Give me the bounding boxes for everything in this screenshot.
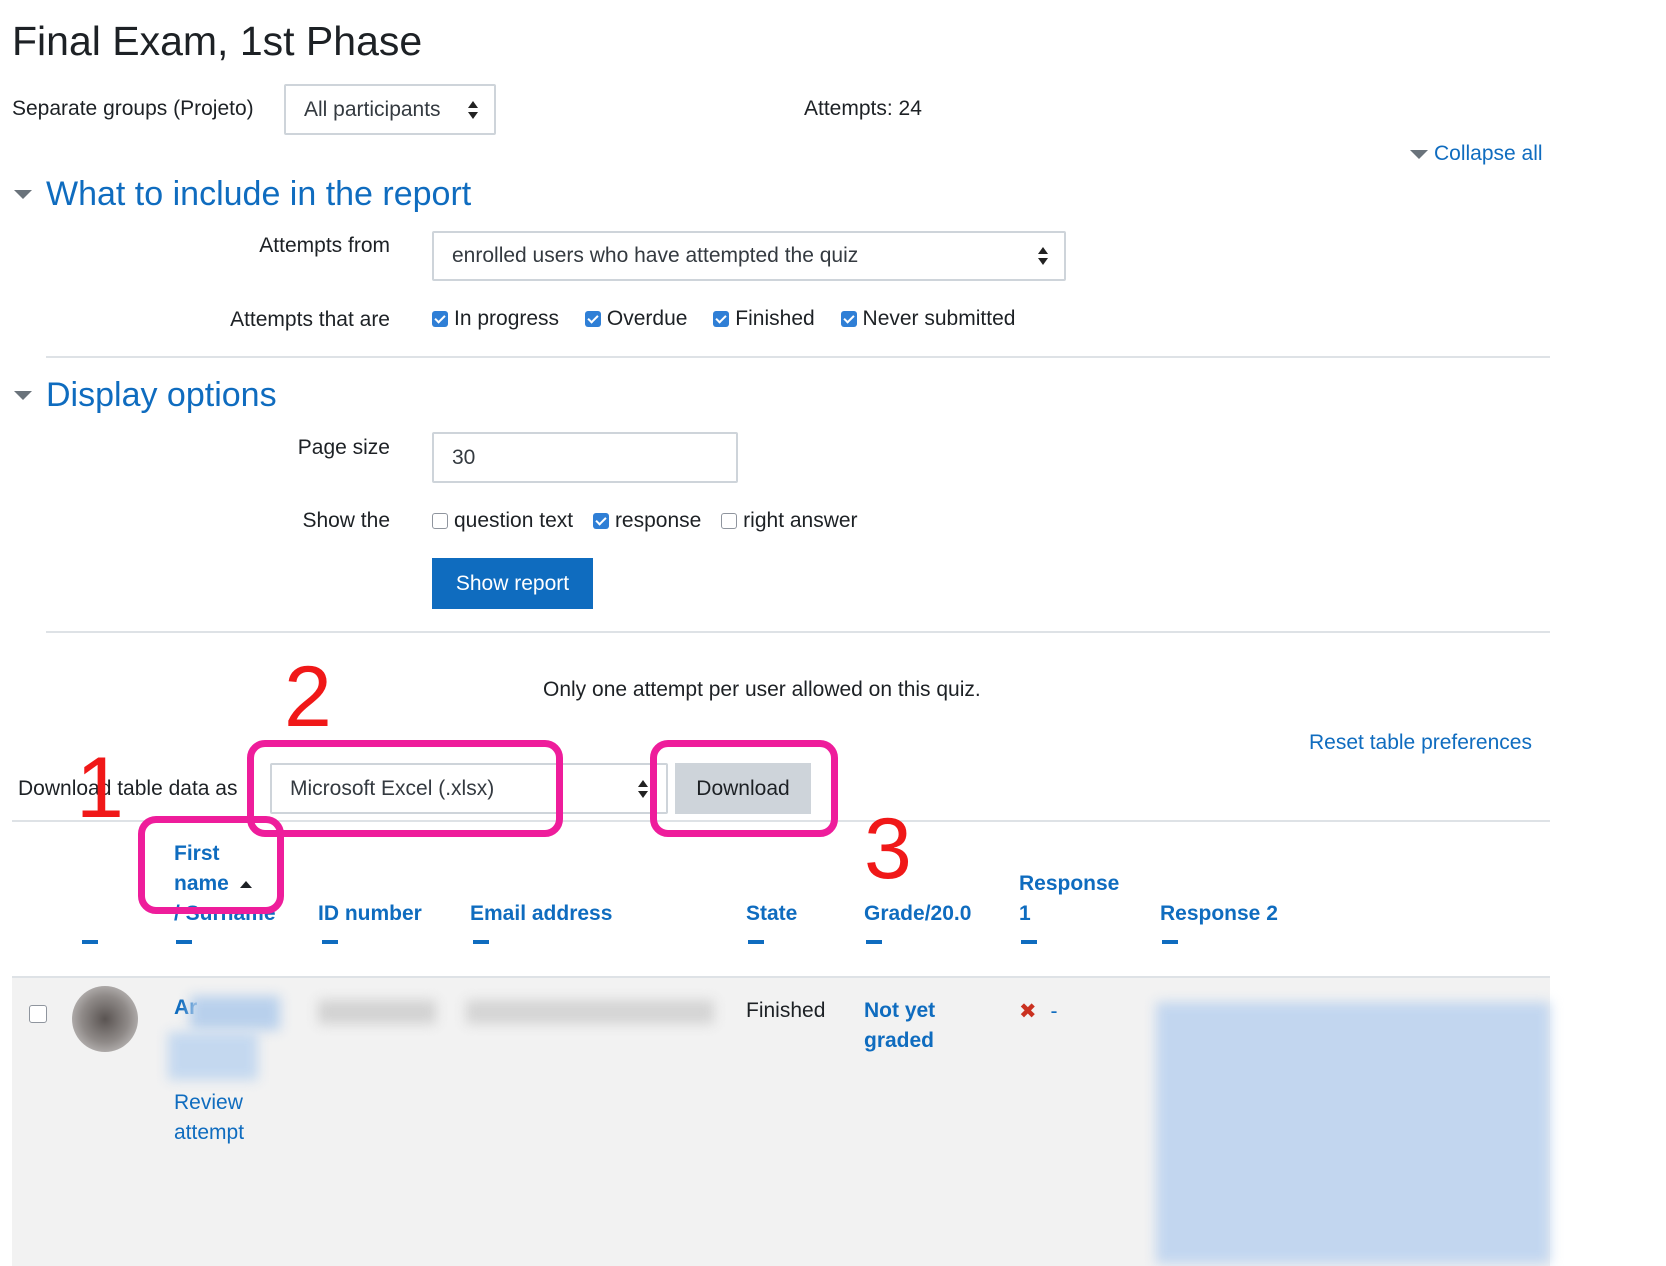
group-select[interactable]: All participants xyxy=(284,84,496,135)
report-section-toggle[interactable] xyxy=(14,190,32,199)
annotation-box-2 xyxy=(247,740,563,837)
collapse-all-label: Collapse all xyxy=(1434,142,1543,165)
show-right-answer[interactable]: right answer xyxy=(721,509,858,532)
expand-triangle-icon xyxy=(14,190,32,199)
column-email[interactable]: Email address xyxy=(470,899,612,929)
checkbox-checked-icon[interactable] xyxy=(592,513,609,529)
column-response-2[interactable]: Response 2 xyxy=(1160,899,1278,929)
hide-column-icon[interactable] xyxy=(82,940,98,944)
show-report-button[interactable]: Show report xyxy=(432,558,593,609)
hide-column-icon[interactable] xyxy=(866,940,882,944)
reset-table-preferences-link[interactable]: Reset table preferences xyxy=(1309,731,1532,755)
column-grade[interactable]: Grade/20.0 xyxy=(864,899,971,929)
review-attempt-link[interactable]: Review attempt xyxy=(174,1088,244,1148)
row-state: Finished xyxy=(746,999,826,1022)
select-caret-icon xyxy=(1038,247,1048,265)
checkbox-checked-icon[interactable] xyxy=(713,311,730,327)
attempt-notice: Only one attempt per user allowed on thi… xyxy=(543,678,981,701)
select-caret-icon xyxy=(468,100,478,119)
section-divider xyxy=(46,356,1550,358)
hide-column-icon[interactable] xyxy=(748,940,764,944)
annotation-box-3 xyxy=(650,740,838,837)
hide-column-icon[interactable] xyxy=(176,940,192,944)
attempts-summary: Attempts: 24 xyxy=(804,97,922,120)
collapse-triangle-icon xyxy=(1410,149,1428,159)
annotation-number-3: 3 xyxy=(864,801,912,897)
page-title: Final Exam, 1st Phase xyxy=(12,18,423,64)
state-overdue[interactable]: Overdue xyxy=(584,307,687,330)
attempt-state-checkboxes: In progress Overdue Finished Never submi… xyxy=(432,307,1035,331)
attempts-from-select[interactable]: enrolled users who have attempted the qu… xyxy=(432,231,1066,281)
grade-link[interactable]: Not yet graded xyxy=(864,996,935,1056)
blurred-name-part xyxy=(168,1032,258,1080)
row-select-checkbox[interactable] xyxy=(29,1005,47,1023)
hide-column-icon[interactable] xyxy=(473,940,489,944)
collapse-all-link[interactable]: Collapse all xyxy=(1410,142,1543,166)
checkbox-checked-icon[interactable] xyxy=(840,311,857,327)
incorrect-icon: ✖ xyxy=(1019,1000,1037,1023)
checkbox-unchecked-icon[interactable] xyxy=(721,513,738,529)
report-section-heading[interactable]: What to include in the report xyxy=(46,175,471,214)
column-id-number[interactable]: ID number xyxy=(318,899,422,929)
show-the-label: Show the xyxy=(302,509,390,532)
state-never-submitted[interactable]: Never submitted xyxy=(840,307,1015,330)
display-section-toggle[interactable] xyxy=(14,391,32,400)
show-question-text[interactable]: question text xyxy=(432,509,573,532)
user-avatar[interactable] xyxy=(72,986,138,1052)
attempts-from-value: enrolled users who have attempted the qu… xyxy=(452,244,859,267)
show-response[interactable]: response xyxy=(592,509,701,532)
checkbox-checked-icon[interactable] xyxy=(584,311,601,327)
attempts-from-label: Attempts from xyxy=(259,234,390,257)
state-finished[interactable]: Finished xyxy=(713,307,815,330)
show-options-checkboxes: question text response right answer xyxy=(432,509,878,533)
column-response-1[interactable]: Response 1 xyxy=(1019,869,1119,929)
page-size-value: 30 xyxy=(452,445,476,469)
download-label: Download table data as xyxy=(18,777,238,800)
section-divider xyxy=(46,631,1550,633)
blurred-id-number xyxy=(318,1000,436,1024)
response-1-value: - xyxy=(1050,1000,1058,1023)
expand-triangle-icon xyxy=(14,391,32,400)
state-in-progress[interactable]: In progress xyxy=(432,307,559,330)
annotation-number-1: 1 xyxy=(76,740,124,836)
group-select-value: All participants xyxy=(304,97,441,121)
blurred-response-2 xyxy=(1156,1002,1550,1264)
group-label: Separate groups (Projeto) xyxy=(12,97,254,120)
hide-column-icon[interactable] xyxy=(322,940,338,944)
hide-column-icon[interactable] xyxy=(1162,940,1178,944)
display-section-heading[interactable]: Display options xyxy=(46,376,277,415)
page-size-input[interactable]: 30 xyxy=(432,432,738,483)
checkbox-checked-icon[interactable] xyxy=(432,311,448,327)
response-1-cell[interactable]: ✖ - xyxy=(1019,999,1057,1024)
column-state[interactable]: State xyxy=(746,899,797,929)
checkbox-unchecked-icon[interactable] xyxy=(432,513,448,529)
select-caret-icon xyxy=(638,779,648,798)
blurred-surname xyxy=(190,996,280,1030)
attempts-that-are-label: Attempts that are xyxy=(230,308,390,331)
blurred-email xyxy=(466,1000,714,1024)
page-size-label: Page size xyxy=(297,436,390,459)
annotation-number-2: 2 xyxy=(284,649,332,745)
hide-column-icon[interactable] xyxy=(1021,940,1037,944)
